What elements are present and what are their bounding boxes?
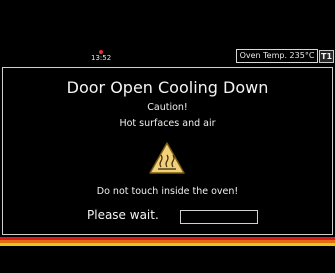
caution-text: Caution! [147, 102, 188, 113]
progress-bar [180, 210, 258, 224]
stripe-yellow [0, 243, 335, 246]
do-not-touch-text: Do not touch inside the oven! [96, 186, 239, 197]
oven-temp-display: Oven Temp. 235°C [236, 49, 318, 63]
hot-surface-warning-icon [149, 142, 185, 174]
dialog-title: Door Open Cooling Down [66, 78, 269, 97]
oven-screen: 13:52 Oven Temp. 235°C T1 Door Open Cool… [0, 0, 335, 273]
hot-surfaces-text: Hot surfaces and air [119, 118, 216, 129]
tray-badge[interactable]: T1 [319, 50, 334, 63]
please-wait-label: Please wait. [87, 208, 159, 222]
clock: 13:52 [91, 54, 112, 62]
